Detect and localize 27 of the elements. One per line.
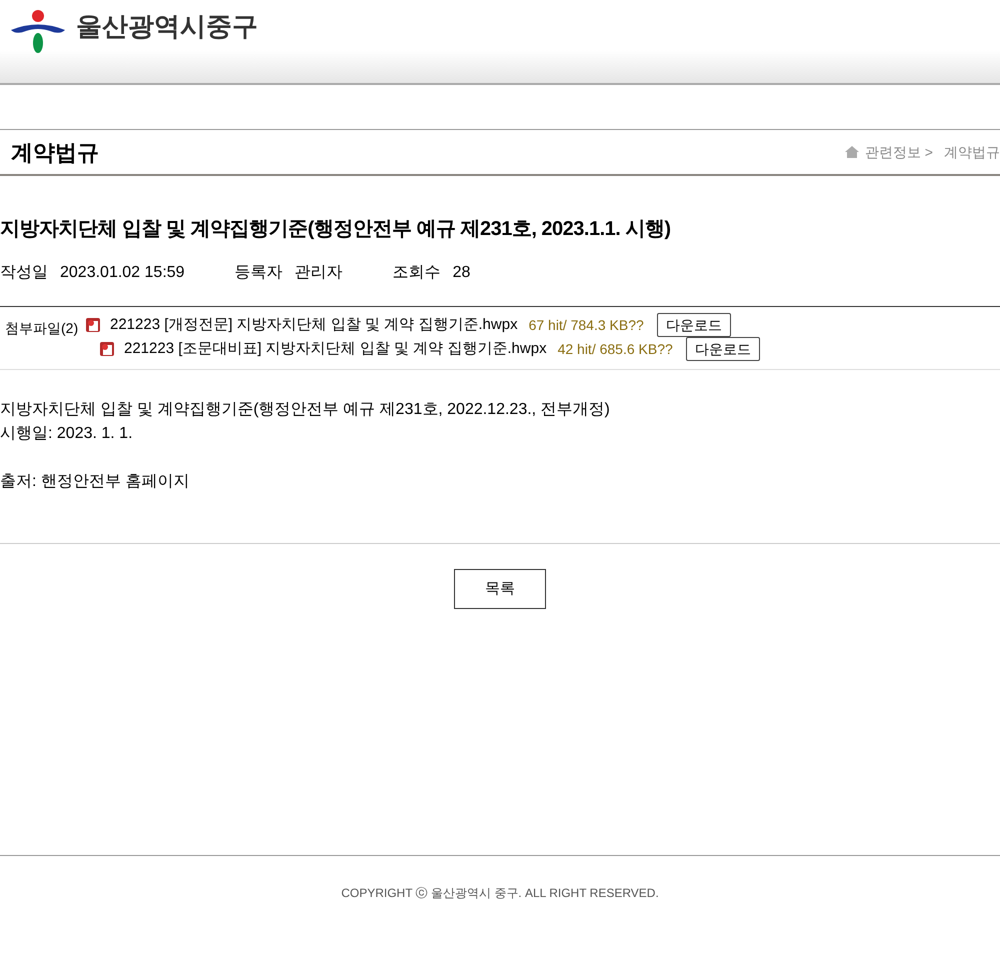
breadcrumb-current[interactable]: 계약법규 [944,142,1000,162]
attachment-link[interactable]: 221223 [개정전문] 지방자치단체 입찰 및 계약 집행기준.hwpx [110,314,518,336]
attachment-label: 첨부파일(2) [4,319,80,338]
logo-text[interactable]: 울산광역시중구 [76,13,258,39]
meta-value: 28 [452,263,470,283]
meta-label: 조회수 [392,263,441,283]
home-icon [844,146,859,158]
meta-value: 2023.01.02 15:59 [60,263,185,283]
post-title: 지방자치단체 입찰 및 계약집행기준(행정안전부 예규 제231호, 2023.1.1. 시행) [0,217,672,242]
page-title: 계약법규 [10,138,99,166]
breadcrumb-link[interactable]: 관련정보 > [864,142,933,162]
attachment-link[interactable]: 221223 [조문대비표] 지방자치단체 입찰 및 계약 집행기준.hwpx [124,338,547,360]
body-text: 출저: 핸정안전부 홈페이지 [0,472,190,492]
copyright-text: COPYRIGHT ⓒ 울산광역시 중구. ALL RIGHT RESERVED. [341,885,659,902]
document-icon [85,317,101,333]
body-text: 시행일: 2023. 1. 1. [0,424,134,444]
list-button[interactable]: 목록 [454,569,546,609]
meta-label: 등록자 [234,263,283,283]
download-button[interactable]: 다운로드 [656,313,731,337]
document-icon [99,341,115,357]
meta-value: 관리자 [294,263,343,283]
download-button[interactable]: 다운로드 [686,337,760,361]
file-info: 67 hit/ 784.3 KB?? [528,316,644,334]
meta-label: 작성일 [0,263,48,283]
file-info: 42 hit/ 685.6 KB?? [558,340,673,358]
body-text: 지방자치단체 입찰 및 계약집행기준(행정안전부 예규 제231호, 2022.12.23., 전부개정) [0,400,611,420]
logo-icon[interactable] [10,9,66,53]
